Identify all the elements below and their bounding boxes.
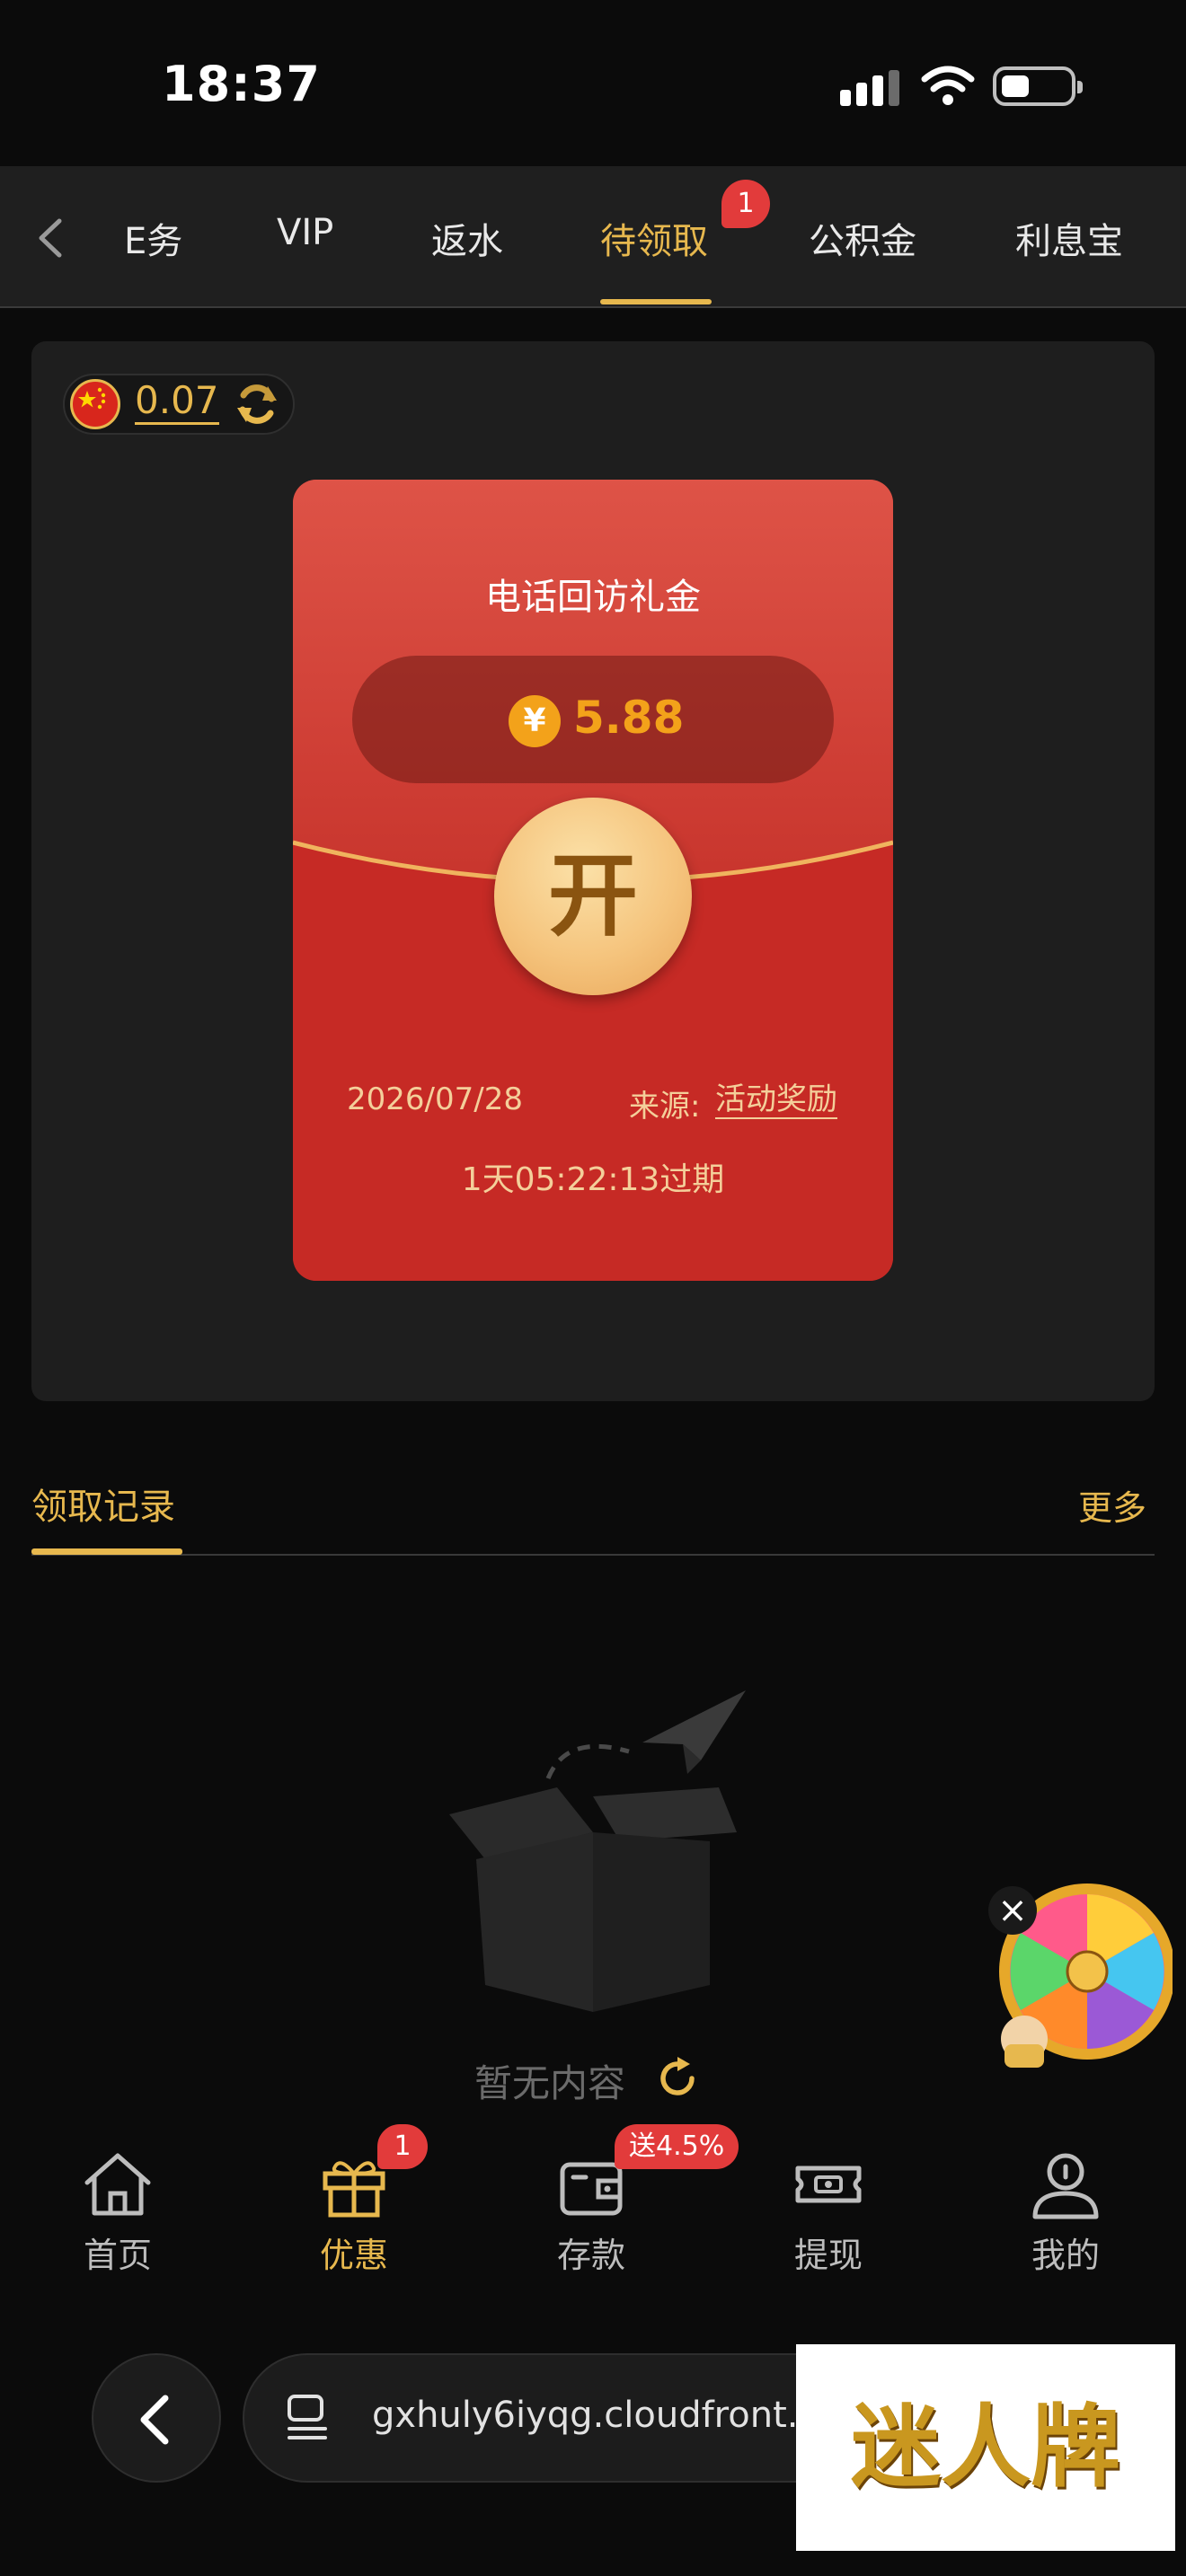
- close-wheel-button[interactable]: ×: [988, 1886, 1037, 1935]
- envelope-source-label: 来源:: [629, 1089, 701, 1125]
- balance-value: 0.07: [135, 379, 219, 425]
- nav-deposit-badge: 送4.5%: [615, 2124, 739, 2169]
- envelope-title: 电话回访礼金: [485, 577, 701, 618]
- home-icon: [84, 2153, 151, 2216]
- tab-tasks[interactable]: E务: [124, 212, 182, 264]
- cash-ticket-icon: [795, 2166, 862, 2203]
- china-flag-icon: [70, 379, 120, 429]
- cellular-signal-icon: [840, 70, 899, 106]
- envelope-source-link[interactable]: 活动奖励: [715, 1081, 837, 1119]
- nav-promotions-badge: 1: [377, 2124, 428, 2169]
- records-active-indicator: [31, 1548, 182, 1555]
- envelope-amount: 5.88: [573, 692, 685, 744]
- empty-box-icon: [449, 1690, 746, 2012]
- nav-withdraw[interactable]: 提现: [757, 2147, 900, 2277]
- tab-interest[interactable]: 利息宝: [1015, 212, 1123, 264]
- nav-profile[interactable]: 我的: [994, 2147, 1137, 2277]
- tab-provident-fund[interactable]: 公积金: [809, 212, 916, 264]
- wifi-icon: [921, 66, 975, 105]
- records-divider: [31, 1554, 1155, 1556]
- tabs-icon: [288, 2395, 327, 2439]
- open-envelope-button[interactable]: 开: [494, 798, 692, 995]
- red-envelope-card[interactable]: 电话回访礼金 ¥ 5.88 开 2026/07/28 来源: 活动奖励 1天05…: [293, 480, 893, 1281]
- more-link[interactable]: 更多: [1078, 1480, 1146, 1530]
- tab-pending-badge: 1: [721, 180, 770, 228]
- envelope-date: 2026/07/28: [347, 1081, 523, 1117]
- watermark-text: 迷人牌: [851, 2395, 1120, 2500]
- tab-scroll-left-icon[interactable]: [27, 214, 75, 262]
- tab-vip[interactable]: VIP: [277, 212, 333, 253]
- browser-back-button[interactable]: [92, 2353, 221, 2483]
- refresh-balance-icon[interactable]: [232, 379, 282, 429]
- url-text: gxhuly6iyqg.cloudfront.ne: [372, 2395, 844, 2436]
- yuan-icon: ¥: [509, 695, 561, 747]
- tab-active-indicator: [600, 299, 712, 304]
- nav-home-label: 首页: [83, 2236, 152, 2275]
- refresh-icon[interactable]: [654, 2055, 701, 2102]
- status-time: 18:37: [162, 56, 321, 112]
- nav-deposit-label: 存款: [556, 2236, 625, 2275]
- envelope-expiry: 1天05:22:13过期: [461, 1161, 725, 1198]
- back-arrow-icon: [140, 2395, 169, 2445]
- nav-withdraw-label: 提现: [793, 2236, 863, 2275]
- empty-state-text: 暂无内容: [474, 2061, 626, 2105]
- tab-rebate[interactable]: 返水: [431, 212, 503, 264]
- watermark-logo: 迷人牌: [796, 2344, 1175, 2551]
- nav-promotions-label: 优惠: [319, 2236, 388, 2275]
- battery-icon: [993, 66, 1083, 106]
- tab-pending[interactable]: 待领取: [600, 212, 708, 264]
- user-icon: [1032, 2153, 1099, 2219]
- nav-profile-label: 我的: [1031, 2236, 1100, 2275]
- nav-home[interactable]: 首页: [46, 2147, 190, 2277]
- tab-claim-records[interactable]: 领取记录: [31, 1478, 175, 1530]
